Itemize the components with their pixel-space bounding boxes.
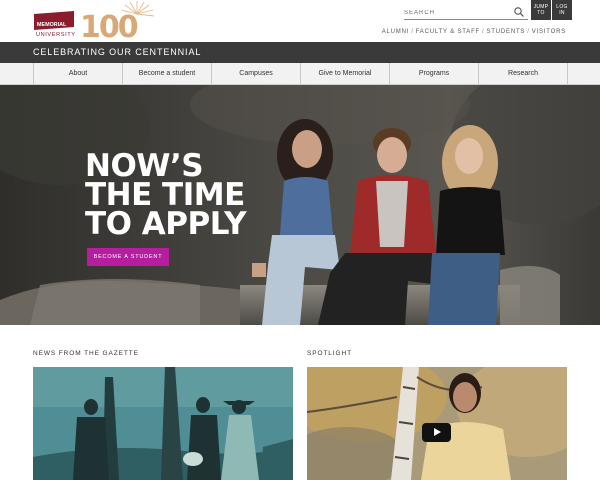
audience-link-visitors[interactable]: VISITORS xyxy=(532,29,566,35)
banner-text: CELEBRATING OUR CENTENNIAL xyxy=(33,47,202,57)
logo-number: 100 xyxy=(80,10,138,42)
search-icon[interactable] xyxy=(513,5,525,17)
become-a-student-button[interactable]: BECOME A STUDENT xyxy=(87,248,169,266)
nav-item-become-a-student[interactable]: Become a student xyxy=(123,63,212,84)
nav-item-research[interactable]: Research xyxy=(479,63,568,84)
search-bar xyxy=(404,4,528,20)
nav-item-about[interactable]: About xyxy=(34,63,123,84)
audience-links: ALUMNI / FACULTY & STAFF / STUDENTS / VISITORS xyxy=(382,29,566,35)
news-section-label: NEWS FROM THE GAZETTE xyxy=(33,350,139,357)
news-card-image xyxy=(33,367,293,480)
logo-word-bottom: UNIVERSITY xyxy=(36,32,76,38)
log-in-label-2: IN xyxy=(559,10,565,16)
hero-banner: NOW’S THE TIME TO APPLY BECOME A STUDENT xyxy=(0,85,600,325)
logo-word-top: MEMORIAL xyxy=(37,22,67,28)
audience-link-alumni[interactable]: ALUMNI xyxy=(382,29,409,35)
audience-link-faculty-staff[interactable]: FACULTY & STAFF xyxy=(416,29,480,35)
nav-item-programs[interactable]: Programs xyxy=(390,63,479,84)
log-in-button[interactable]: LOG IN xyxy=(552,0,572,20)
hero-headline: NOW’S THE TIME TO APPLY xyxy=(85,151,247,242)
site-header: MEMORIAL UNIVERSITY 100 J xyxy=(0,0,600,45)
memorial-100-logo[interactable]: MEMORIAL UNIVERSITY 100 xyxy=(33,0,158,45)
nav-item-campuses[interactable]: Campuses xyxy=(212,63,301,84)
news-card[interactable] xyxy=(33,367,293,480)
audience-separator: / xyxy=(482,29,485,35)
main-nav: About Become a student Campuses Give to … xyxy=(0,63,600,85)
jump-to-label-2: TO xyxy=(537,10,545,16)
search-input[interactable] xyxy=(404,6,508,19)
spotlight-section-label: SPOTLIGHT xyxy=(307,350,352,357)
play-icon[interactable] xyxy=(422,423,451,442)
audience-separator: / xyxy=(527,29,530,35)
spotlight-card[interactable] xyxy=(307,367,567,480)
centennial-banner: CELEBRATING OUR CENTENNIAL xyxy=(0,42,600,63)
jump-to-button[interactable]: JUMP TO xyxy=(531,0,551,20)
nav-item-give-to-memorial[interactable]: Give to Memorial xyxy=(301,63,390,84)
hero-headline-line-3: TO APPLY xyxy=(85,206,247,242)
audience-separator: / xyxy=(411,29,414,35)
audience-link-students[interactable]: STUDENTS xyxy=(486,29,525,35)
